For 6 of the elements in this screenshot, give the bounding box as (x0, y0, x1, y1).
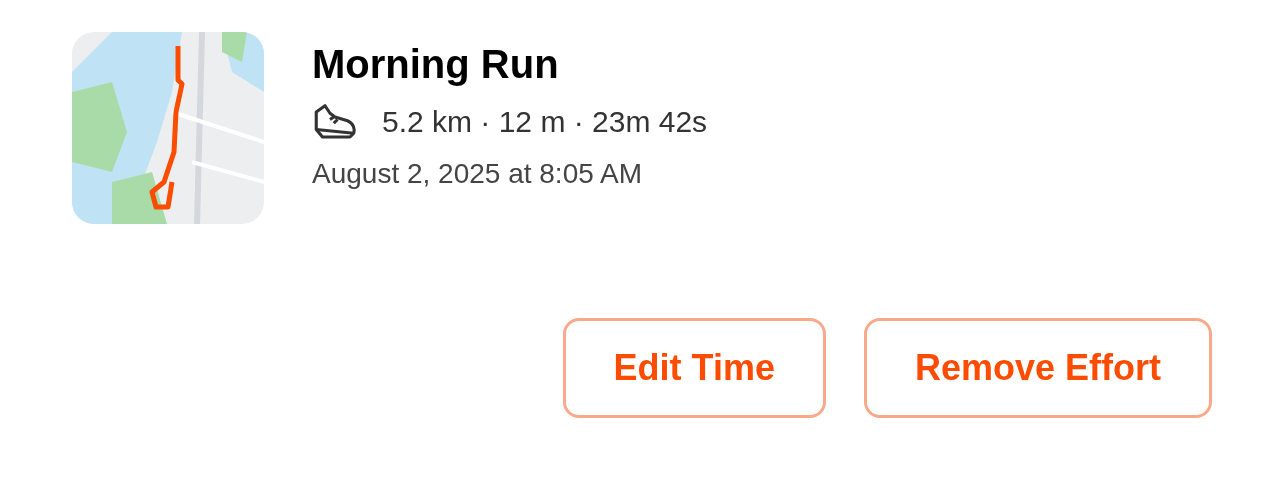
remove-effort-button[interactable]: Remove Effort (863, 318, 1212, 418)
activity-title[interactable]: Morning Run (312, 38, 708, 90)
activity-date: August 2, 2025 at 8:05 AM (312, 157, 643, 191)
running-shoe-icon (312, 102, 358, 142)
edit-time-button[interactable]: Edit Time (562, 318, 826, 418)
activity-stats: 5.2 km · 12 m · 23m 42s (382, 104, 708, 140)
